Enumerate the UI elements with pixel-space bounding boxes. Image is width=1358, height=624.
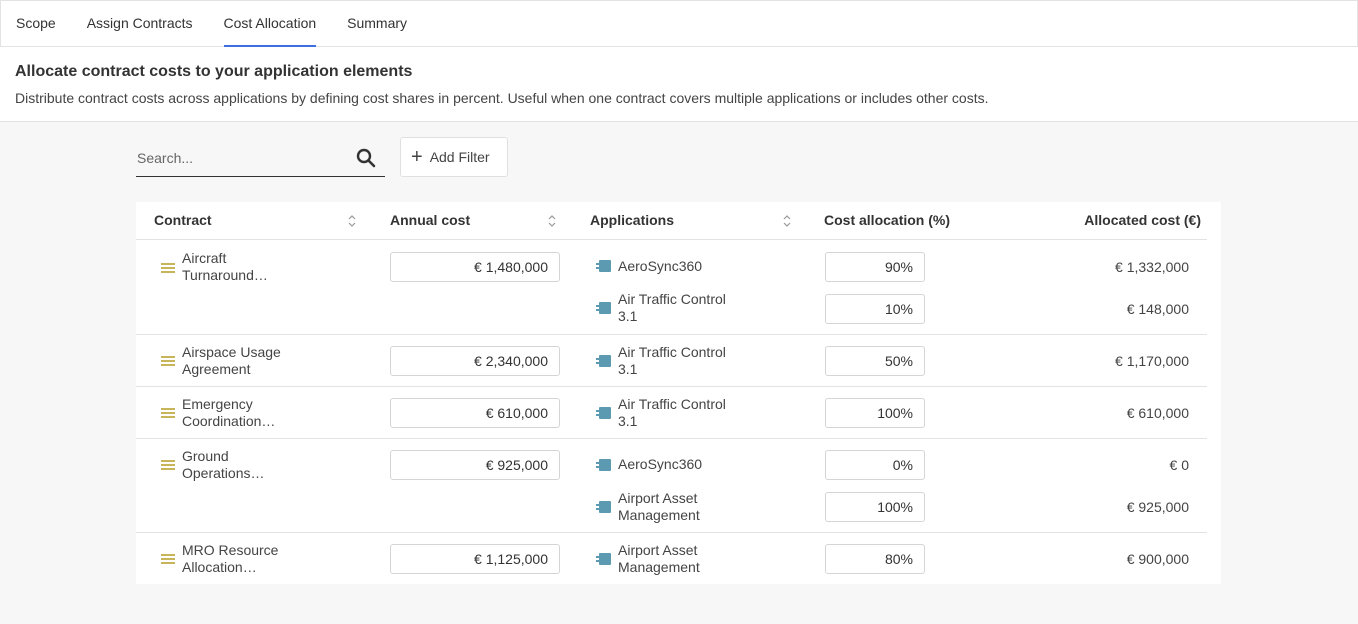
sort-icon[interactable] (347, 214, 357, 228)
cost-allocation-input[interactable] (825, 398, 925, 428)
search-input[interactable] (136, 140, 346, 175)
contract-icon (161, 263, 175, 273)
table-row: MRO Resource Allocation… Airport Asset M… (136, 533, 1207, 584)
application-icon (596, 553, 611, 565)
annual-cost-input[interactable] (390, 398, 560, 428)
sort-icon[interactable] (547, 214, 557, 228)
column-header-applications[interactable]: Applications (590, 212, 674, 228)
allocated-cost: € 900,000 (1126, 551, 1189, 567)
application-icon (596, 302, 611, 314)
tab-bar: Scope Assign Contracts Cost Allocation S… (0, 0, 1358, 47)
allocated-cost: € 1,332,000 (1115, 259, 1189, 275)
table-row: Airspace Usage Agreement Air Traffic Con… (136, 335, 1207, 387)
cost-allocation-input[interactable] (825, 544, 925, 574)
tab-summary[interactable]: Summary (347, 1, 407, 46)
contract-icon (161, 554, 175, 564)
annual-cost-input[interactable] (390, 346, 560, 376)
contract-name[interactable]: Ground Operations… (182, 448, 302, 482)
allocated-cost: € 610,000 (1126, 405, 1189, 421)
annual-cost-input[interactable] (390, 252, 560, 282)
application-name[interactable]: AeroSync360 (618, 456, 748, 473)
contract-name[interactable]: MRO Resource Allocation… (182, 542, 302, 576)
table-header: Contract Annual cost Applications Cost a… (136, 202, 1207, 240)
allocated-cost: € 0 (1169, 457, 1189, 473)
application-icon (596, 459, 611, 471)
annual-cost-input[interactable] (390, 450, 560, 480)
application-icon (596, 501, 611, 513)
application-icon (596, 260, 611, 272)
table-row: Aircraft Turnaround… AeroSync360 € 1,332… (136, 240, 1207, 335)
application-icon (596, 355, 611, 367)
tab-cost-allocation[interactable]: Cost Allocation (223, 1, 316, 47)
contract-icon (161, 356, 175, 366)
annual-cost-input[interactable] (390, 544, 560, 574)
allocated-cost: € 1,170,000 (1115, 353, 1189, 369)
cost-allocation-input[interactable] (825, 252, 925, 282)
cost-allocation-input[interactable] (825, 450, 925, 480)
application-name[interactable]: Air Traffic Control 3.1 (618, 291, 738, 325)
contract-icon (161, 460, 175, 470)
plus-icon: + (411, 146, 423, 168)
application-icon (596, 407, 611, 419)
search-icon[interactable] (356, 148, 376, 168)
tab-scope[interactable]: Scope (16, 1, 56, 46)
application-name[interactable]: Air Traffic Control 3.1 (618, 396, 738, 430)
contract-icon (161, 408, 175, 418)
contract-name[interactable]: Emergency Coordination… (182, 396, 302, 430)
application-name[interactable]: AeroSync360 (618, 258, 748, 275)
column-header-allocated-cost[interactable]: Allocated cost (€) (1084, 212, 1201, 228)
search-box (136, 140, 385, 177)
sort-icon[interactable] (782, 214, 792, 228)
allocated-cost: € 925,000 (1126, 499, 1189, 515)
application-name[interactable]: Airport Asset Management (618, 542, 718, 576)
cost-allocation-table: Contract Annual cost Applications Cost a… (136, 202, 1221, 584)
table-row: Emergency Coordination… Air Traffic Cont… (136, 387, 1207, 439)
cost-allocation-input[interactable] (825, 492, 925, 522)
allocated-cost: € 148,000 (1126, 301, 1189, 317)
tab-assign-contracts[interactable]: Assign Contracts (87, 1, 193, 46)
page-header: Allocate contract costs to your applicat… (0, 47, 1358, 122)
contract-name[interactable]: Airspace Usage Agreement (182, 344, 302, 378)
page-description: Distribute contract costs across applica… (15, 90, 989, 106)
contract-name[interactable]: Aircraft Turnaround… (182, 250, 302, 284)
application-name[interactable]: Airport Asset Management (618, 490, 718, 524)
cost-allocation-input[interactable] (825, 346, 925, 376)
page-title: Allocate contract costs to your applicat… (15, 63, 413, 80)
add-filter-button[interactable]: + Add Filter (400, 137, 508, 177)
table-row: Ground Operations… AeroSync360 € 0 Airpo… (136, 439, 1207, 533)
column-header-cost-allocation[interactable]: Cost allocation (%) (824, 212, 950, 228)
column-header-contract[interactable]: Contract (154, 212, 212, 228)
application-name[interactable]: Air Traffic Control 3.1 (618, 344, 738, 378)
add-filter-label: Add Filter (429, 149, 490, 165)
column-header-annual-cost[interactable]: Annual cost (390, 212, 470, 228)
cost-allocation-input[interactable] (825, 294, 925, 324)
